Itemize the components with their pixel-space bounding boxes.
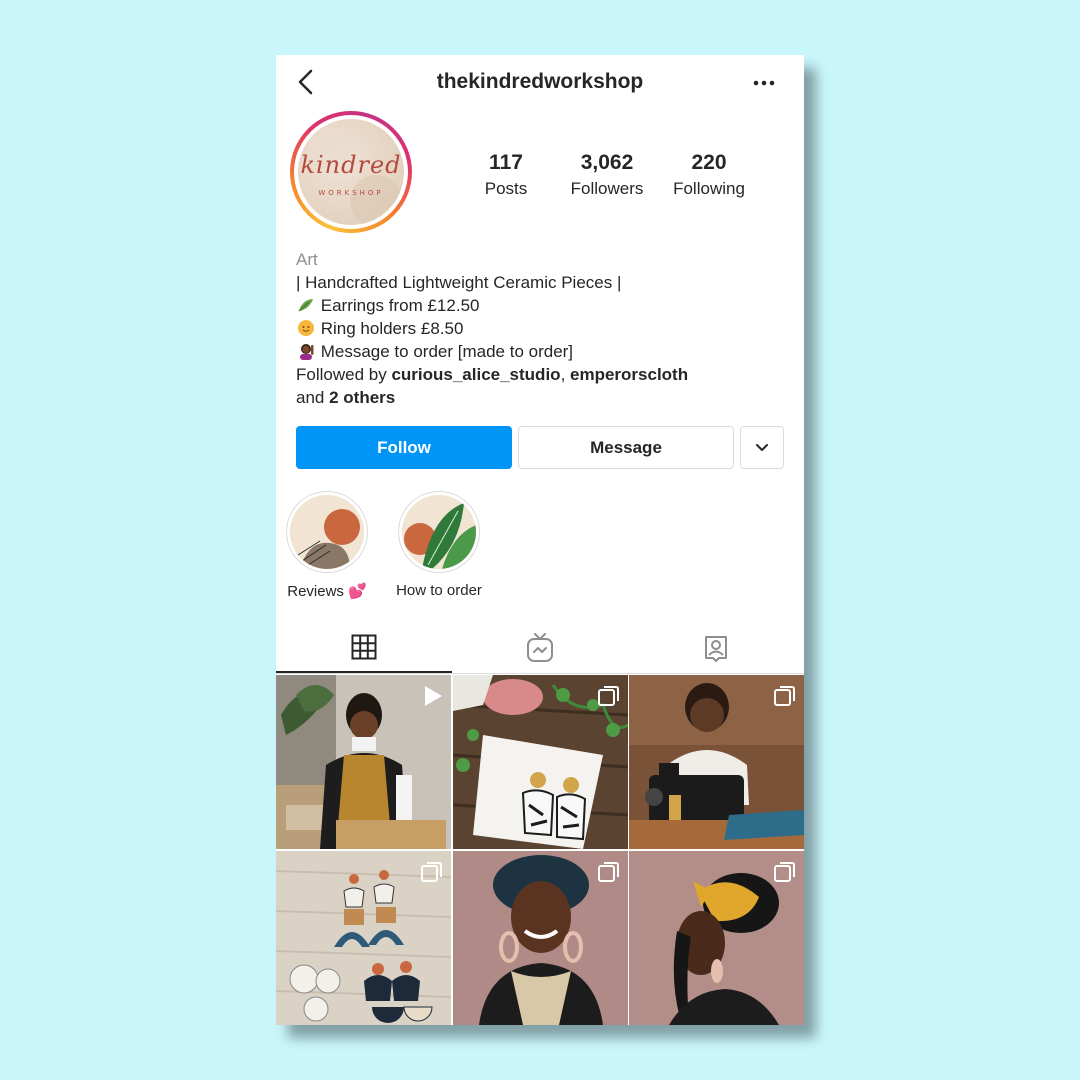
highlight-label: How to order: [396, 582, 482, 599]
avatar-logo-text: kindred: [300, 151, 402, 179]
followed-by-prefix: Followed by: [296, 365, 392, 384]
bio-line-text: Earrings from £12.50: [320, 296, 480, 315]
tagged-icon: [702, 634, 730, 667]
following-label: Following: [673, 179, 745, 198]
avatar-logo: kindred WORKSHOP: [298, 119, 404, 225]
follow-button[interactable]: Follow: [296, 426, 512, 469]
play-icon: [423, 685, 443, 712]
profile-username-title: thekindredworkshop: [436, 70, 644, 93]
leaf-emoji-icon: [296, 294, 316, 317]
tab-tagged[interactable]: [628, 627, 804, 673]
story-highlight-how-to-order[interactable]: How to order: [384, 491, 494, 599]
mutual-follower-link[interactable]: curious_alice_studio: [391, 365, 560, 384]
more-options-icon[interactable]: [752, 73, 776, 93]
highlight-cover-image: [290, 495, 364, 569]
person-raising-hand-emoji-icon: [296, 340, 316, 363]
followers-label: Followers: [570, 179, 644, 198]
posts-count: 117: [489, 151, 523, 174]
message-button[interactable]: Message: [518, 426, 734, 469]
post-thumbnail[interactable]: [629, 675, 804, 849]
profile-bio: Art | Handcrafted Lightweight Ceramic Pi…: [296, 248, 786, 409]
multiple-images-icon: [598, 861, 620, 888]
bio-line-text: Message to order [made to order]: [320, 342, 574, 361]
others-followers-link[interactable]: 2 others: [329, 388, 395, 407]
stat-followers[interactable]: 3,062 Followers: [563, 151, 651, 199]
bio-line: Message to order [made to order]: [296, 340, 786, 363]
following-count: 220: [691, 151, 727, 174]
post-thumbnail[interactable]: [453, 851, 628, 1025]
post-thumbnail[interactable]: [276, 675, 451, 849]
post-thumbnail[interactable]: [629, 851, 804, 1025]
profile-avatar[interactable]: kindred WORKSHOP: [290, 111, 412, 233]
bio-line: | Handcrafted Lightweight Ceramic Pieces…: [296, 273, 622, 292]
followed-by-line: Followed by curious_alice_studio, empero…: [296, 363, 786, 386]
avatar-logo-subtext: WORKSHOP: [318, 189, 384, 197]
multiple-images-icon: [421, 861, 443, 888]
bio-line: Ring holders £8.50: [296, 317, 786, 340]
igtv-icon: [526, 632, 554, 668]
bio-line: Earrings from £12.50: [296, 294, 786, 317]
followed-by-others-line: and 2 others: [296, 386, 786, 409]
tab-igtv[interactable]: [452, 627, 628, 673]
post-thumbnail[interactable]: [276, 851, 451, 1025]
suggested-accounts-button[interactable]: [740, 426, 784, 469]
tab-divider: [276, 673, 804, 674]
multiple-images-icon: [774, 685, 796, 712]
sun-emoji-icon: [296, 317, 316, 340]
grid-icon: [351, 634, 377, 665]
bio-line-text: Ring holders £8.50: [320, 319, 464, 338]
profile-category: Art: [296, 250, 318, 269]
profile-screen: thekindredworkshop kindred WORKSHOP 117 …: [276, 55, 804, 1025]
mutual-follower-link[interactable]: emperorscloth: [570, 365, 688, 384]
followed-by-and: and: [296, 388, 330, 407]
stat-following[interactable]: 220 Following: [666, 151, 752, 199]
post-thumbnail[interactable]: [453, 675, 628, 849]
followed-by-separator: ,: [560, 365, 571, 384]
multiple-images-icon: [774, 861, 796, 888]
highlight-cover-image: [402, 495, 476, 569]
tab-posts-grid[interactable]: [276, 627, 452, 673]
followers-count: 3,062: [580, 151, 634, 174]
stat-posts[interactable]: 117 Posts: [475, 151, 537, 199]
multiple-images-icon: [598, 685, 620, 712]
chevron-down-icon: [755, 438, 769, 458]
posts-label: Posts: [484, 179, 528, 198]
highlight-label: Reviews 💕: [287, 583, 367, 600]
story-highlight-reviews[interactable]: Reviews 💕: [276, 491, 382, 600]
